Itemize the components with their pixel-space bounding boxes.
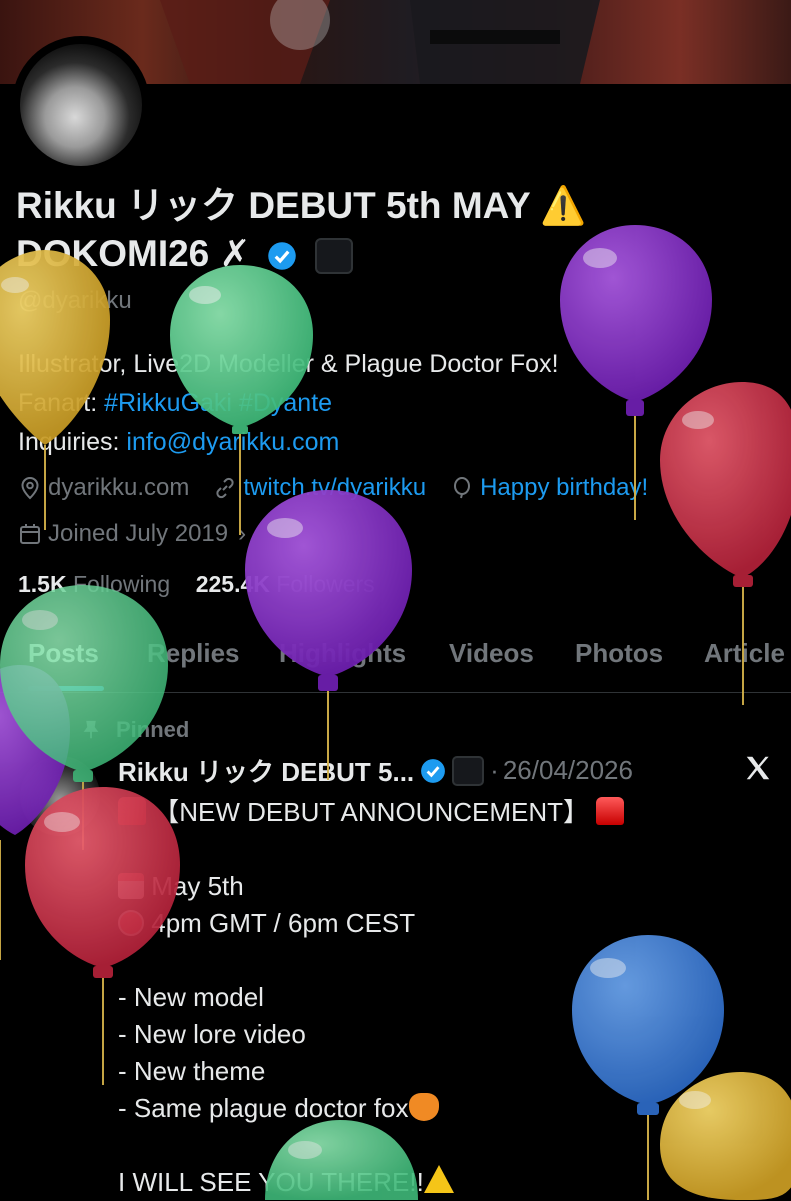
- bio-line: Fanart: #RikkuGaki #Dyante: [18, 384, 559, 423]
- post-line: I WILL SEE YOU THERE!!: [118, 1167, 424, 1197]
- calendar-emoji-icon: [118, 873, 144, 899]
- tab-photos[interactable]: Photos: [575, 638, 663, 669]
- profile-tabs: Posts Replies Highlights Videos Photos A…: [0, 630, 791, 693]
- post-line: - New theme: [118, 1056, 266, 1086]
- profile-avatar[interactable]: [12, 36, 150, 174]
- avatar-image: [20, 44, 142, 166]
- joined-text: Joined July 2019: [48, 520, 229, 547]
- post-author-name[interactable]: Rikku リック DEBUT 5...: [118, 752, 414, 789]
- siren-emoji-icon: [118, 797, 146, 825]
- joined-row: Joined July 2019 ›: [18, 520, 246, 548]
- bio-line: Inquiries: info@dyarikku.com: [18, 423, 559, 462]
- subscription-badge-icon[interactable]: [315, 238, 354, 275]
- post-date[interactable]: 26/04/2026: [503, 755, 633, 786]
- post-line: - New model: [118, 982, 264, 1012]
- pinned-text: Pinned: [116, 717, 190, 742]
- balloon-yellow: [660, 1072, 791, 1200]
- email-link[interactable]: info@dyarikku.com: [126, 428, 339, 456]
- calendar-icon: [20, 524, 40, 544]
- post-body: 【NEW DEBUT ANNOUNCEMENT】 May 5th 4pm GMT…: [118, 794, 625, 1201]
- siren-emoji-icon: [596, 797, 625, 825]
- tab-article[interactable]: Article: [704, 638, 785, 669]
- tab-posts[interactable]: Posts: [28, 638, 99, 669]
- balloon-icon: [454, 477, 471, 499]
- tab-replies[interactable]: Replies: [147, 638, 240, 669]
- fox-emoji-icon: [408, 1093, 439, 1121]
- verified-badge-icon[interactable]: [267, 241, 297, 271]
- birthday-link[interactable]: Happy birthday!: [480, 474, 648, 502]
- post-line: 4pm GMT / 6pm CEST: [151, 908, 416, 938]
- post-line: 【NEW DEBUT ANNOUNCEMENT】: [153, 797, 590, 827]
- post-line: - Same plague doctor fox: [118, 1093, 409, 1123]
- post-line: May 5th: [151, 871, 244, 901]
- tab-highlights[interactable]: Highlights: [279, 638, 406, 669]
- following-count: 1.5K: [18, 571, 67, 597]
- followers-stat[interactable]: 225.4K Followers: [196, 571, 375, 597]
- link-icon: [216, 477, 234, 499]
- following-label: Following: [72, 571, 171, 597]
- chevron-right-icon[interactable]: ›: [238, 520, 246, 548]
- post-line: - New lore video: [118, 1019, 306, 1049]
- warning-emoji-icon: [423, 1165, 454, 1193]
- tab-videos[interactable]: Videos: [449, 638, 534, 669]
- subscription-badge-icon[interactable]: [452, 755, 485, 786]
- post-avatar[interactable]: [20, 756, 100, 836]
- x-logo-icon: [746, 756, 770, 780]
- bio-inquiries-label: Inquiries:: [18, 428, 127, 456]
- website-text: dyarikku.com: [48, 474, 190, 501]
- pinned-label: Pinned: [80, 717, 189, 743]
- separator: ·: [490, 755, 499, 785]
- following-stat[interactable]: 1.5K Following: [18, 571, 170, 597]
- display-name: Rikku リック DEBUT 5th MAY ⚠️ DOKOMI26 ✗: [16, 182, 756, 278]
- bio-fanart-label: Fanart:: [18, 389, 105, 417]
- followers-label: Followers: [276, 571, 375, 597]
- verified-badge-icon[interactable]: [420, 758, 446, 784]
- display-name-line1: Rikku リック DEBUT 5th MAY ⚠️: [16, 185, 587, 226]
- profile-meta-row: dyarikku.com twitch.tv/dyarikku Happy bi…: [18, 474, 648, 502]
- clock-emoji-icon: [118, 910, 144, 936]
- followers-count: 225.4K: [195, 571, 270, 597]
- twitch-link[interactable]: twitch.tv/dyarikku: [243, 474, 426, 502]
- bio-line: Illustrator, Live2D Modeller & Plague Do…: [18, 350, 559, 378]
- location-icon: [21, 476, 39, 500]
- active-tab-indicator: [28, 686, 104, 691]
- post-header: Rikku リック DEBUT 5... · 26/04/2026: [118, 752, 633, 789]
- bio: Illustrator, Live2D Modeller & Plague Do…: [18, 345, 559, 462]
- follow-stats: 1.5K Following 225.4K Followers: [18, 571, 375, 598]
- display-name-line2: DOKOMI26 ✗: [16, 233, 251, 274]
- pin-icon: [83, 720, 99, 739]
- handle: @dyarikku: [18, 287, 132, 314]
- hashtag-link[interactable]: #RikkuGaki #Dyante: [104, 389, 332, 417]
